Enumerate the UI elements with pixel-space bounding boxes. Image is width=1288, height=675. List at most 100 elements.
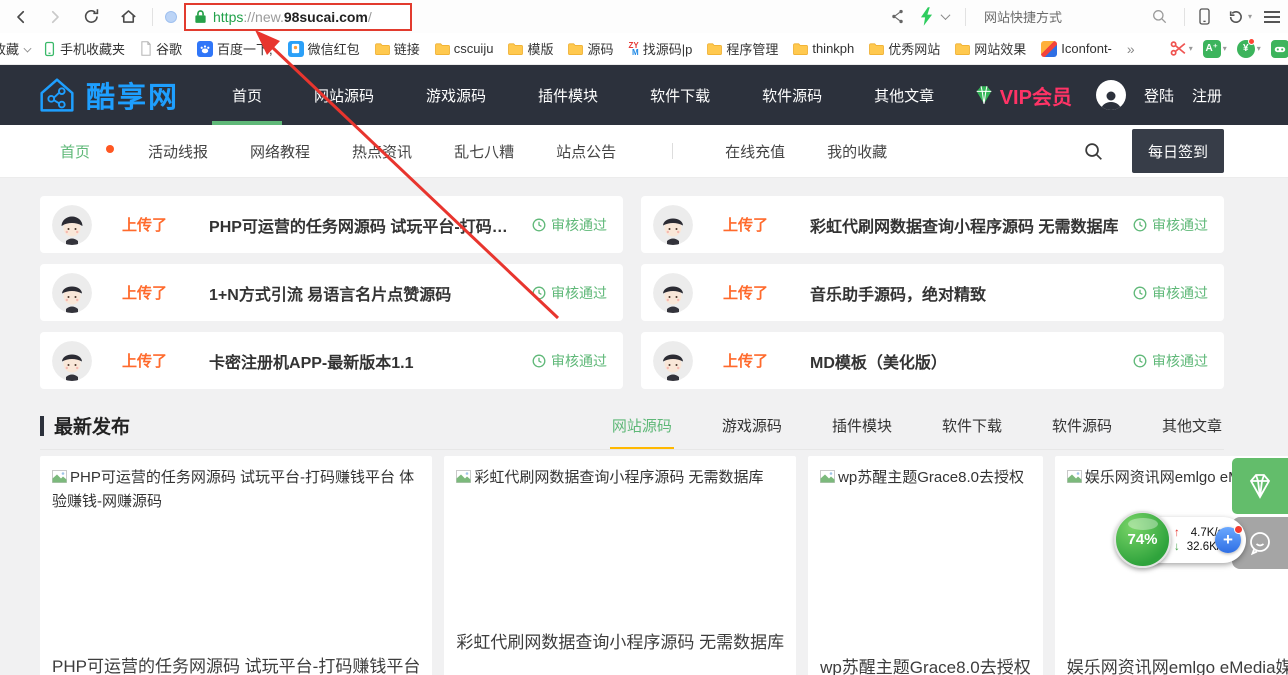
product-title[interactable]: PHP可运营的任务网源码 试玩平台-打码赚钱平台 bbox=[52, 652, 420, 675]
tab-website-source[interactable]: 网站源码 bbox=[610, 415, 674, 449]
bookmark-item[interactable]: 模版 bbox=[508, 39, 553, 58]
nav-item-website-source[interactable]: 网站源码 bbox=[288, 65, 400, 125]
product-card[interactable]: wp苏醒主题Grace8.0去授权 wp苏醒主题Grace8.0去授权 bbox=[808, 456, 1043, 675]
upload-card[interactable]: 上传了 彩虹代刷网数据查询小程序源码 无需数据库 审核通过 bbox=[641, 196, 1224, 253]
tab-plugin-module[interactable]: 插件模块 bbox=[830, 415, 894, 449]
game-extension[interactable]: ▾ bbox=[1271, 40, 1288, 58]
bookmark-item[interactable]: cscuiju bbox=[435, 41, 494, 56]
folder-icon bbox=[508, 43, 523, 55]
upload-card[interactable]: 上传了 1+N方式引流 易语言名片点赞源码 审核通过 bbox=[40, 264, 623, 321]
site-header: 酷享网 首页 网站源码 游戏源码 插件模块 软件下载 软件源码 其他文章 VIP… bbox=[0, 65, 1288, 125]
nav-item-software-source[interactable]: 软件源码 bbox=[736, 65, 848, 125]
mobile-view-icon[interactable] bbox=[1197, 7, 1212, 26]
upload-card[interactable]: 上传了 卡密注册机APP-最新版本1.1 审核通过 bbox=[40, 332, 623, 389]
upload-title[interactable]: 音乐助手源码，绝对精致 bbox=[810, 281, 986, 305]
clock-icon bbox=[1133, 218, 1147, 232]
upload-title[interactable]: 1+N方式引流 易语言名片点赞源码 bbox=[209, 281, 451, 305]
product-title[interactable]: 彩虹代刷网数据查询小程序源码 无需数据库 bbox=[456, 628, 784, 653]
bookmark-item[interactable]: 程序管理 bbox=[707, 39, 778, 58]
bookmark-item[interactable]: 百度一下, bbox=[197, 39, 273, 58]
avatar[interactable] bbox=[1096, 80, 1126, 110]
subnav-item-activity[interactable]: 活动线报 bbox=[148, 141, 208, 162]
product-title[interactable]: wp苏醒主题Grace8.0去授权 bbox=[820, 653, 1031, 675]
tab-other-articles[interactable]: 其他文章 bbox=[1160, 415, 1224, 449]
shortcut-search-box[interactable]: 网站快捷方式 bbox=[976, 5, 1172, 29]
product-card[interactable]: PHP可运营的任务网源码 试玩平台-打码赚钱平台 体验赚钱-网赚源码 PHP可运… bbox=[40, 456, 432, 675]
bookmark-item[interactable]: 微信红包 bbox=[288, 39, 360, 58]
site-info-icon[interactable] bbox=[165, 11, 177, 23]
category-tabs: 网站源码 游戏源码 插件模块 软件下载 软件源码 其他文章 bbox=[564, 415, 1224, 449]
subnav-item-hot-news[interactable]: 热点资讯 bbox=[352, 141, 412, 162]
upload-title[interactable]: MD模板（美化版） bbox=[810, 349, 947, 373]
chevron-down-icon[interactable] bbox=[941, 10, 951, 20]
site-search-icon[interactable] bbox=[1083, 141, 1104, 162]
undo-dropdown-caret[interactable]: ▾ bbox=[1248, 12, 1252, 21]
vip-floating-button[interactable] bbox=[1232, 458, 1288, 514]
back-icon[interactable] bbox=[12, 8, 30, 26]
bookmarks-overflow[interactable]: » bbox=[1127, 41, 1135, 57]
tab-game-source[interactable]: 游戏源码 bbox=[720, 415, 784, 449]
bookmark-item[interactable]: 链接 bbox=[375, 39, 420, 58]
bookmark-item[interactable]: 源码 bbox=[568, 39, 613, 58]
subnav-item-home[interactable]: 首页 bbox=[60, 141, 90, 162]
bookmark-item[interactable]: 谷歌 bbox=[140, 39, 182, 58]
upload-title[interactable]: 彩虹代刷网数据查询小程序源码 无需数据库 bbox=[810, 213, 1118, 237]
tab-software-download[interactable]: 软件下载 bbox=[940, 415, 1004, 449]
bookmark-item[interactable]: 网站效果 bbox=[955, 39, 1026, 58]
add-task-button[interactable]: + bbox=[1215, 527, 1241, 553]
upload-card[interactable]: 上传了 PHP可运营的任务网源码 试玩平台-打码赚钱平台 ... 审核通过 bbox=[40, 196, 623, 253]
search-icon[interactable] bbox=[1151, 8, 1168, 25]
broken-image-icon bbox=[52, 467, 67, 490]
forward-icon[interactable] bbox=[46, 8, 64, 26]
translate-extension[interactable]: A⁺ ▾ bbox=[1203, 40, 1227, 58]
site-logo[interactable]: 酷享网 bbox=[34, 72, 198, 118]
refresh-icon[interactable] bbox=[82, 7, 101, 26]
bookmarks-menu[interactable]: 收藏 bbox=[0, 39, 31, 58]
subnav-item-favorites[interactable]: 我的收藏 bbox=[827, 141, 887, 162]
wechat-redpacket-icon bbox=[288, 41, 304, 57]
dropdown-caret[interactable]: ▾ bbox=[1257, 44, 1261, 53]
subnav-item-announcements[interactable]: 站点公告 bbox=[556, 141, 616, 162]
upload-card[interactable]: 上传了 MD模板（美化版） 审核通过 bbox=[641, 332, 1224, 389]
upload-arrow-icon: ↑ bbox=[1174, 527, 1180, 539]
login-link[interactable]: 登陆 bbox=[1144, 85, 1174, 106]
register-link[interactable]: 注册 bbox=[1192, 85, 1222, 106]
speed-mode-lightning-icon[interactable] bbox=[920, 7, 933, 26]
bookmark-item[interactable]: 手机收藏夹 bbox=[43, 39, 125, 58]
bookmark-item[interactable]: 优秀网站 bbox=[869, 39, 940, 58]
nav-item-home[interactable]: 首页 bbox=[206, 65, 288, 125]
address-bar[interactable]: https://new.98sucai.com/ bbox=[184, 3, 412, 31]
dropdown-caret[interactable]: ▾ bbox=[1223, 44, 1227, 53]
hot-dot bbox=[106, 145, 114, 153]
vip-link[interactable]: VIP会员 bbox=[972, 81, 1072, 110]
product-card[interactable]: 彩虹代刷网数据查询小程序源码 无需数据库 彩虹代刷网数据查询小程序源码 无需数据… bbox=[444, 456, 796, 675]
nav-item-other-articles[interactable]: 其他文章 bbox=[848, 65, 960, 125]
progress-badge[interactable]: 74% bbox=[1114, 511, 1171, 568]
undo-recent-icon[interactable] bbox=[1226, 8, 1244, 26]
product-title[interactable]: 娱乐网资讯网emlgo eMedia媒体范源码 bbox=[1067, 653, 1288, 675]
upload-card[interactable]: 上传了 音乐助手源码，绝对精致 审核通过 bbox=[641, 264, 1224, 321]
upload-title[interactable]: 卡密注册机APP-最新版本1.1 bbox=[209, 349, 413, 373]
bookmark-item[interactable]: Iconfont- bbox=[1041, 41, 1112, 57]
subnav-item-misc[interactable]: 乱七八糟 bbox=[454, 141, 514, 162]
nav-item-game-source[interactable]: 游戏源码 bbox=[400, 65, 512, 125]
bookmark-item[interactable]: thinkph bbox=[793, 41, 854, 56]
header-right: VIP会员 登陆 注册 bbox=[972, 80, 1288, 110]
nav-item-software-download[interactable]: 软件下载 bbox=[624, 65, 736, 125]
bookmarks-menu-label: 收藏 bbox=[0, 39, 19, 58]
tab-software-source[interactable]: 软件源码 bbox=[1050, 415, 1114, 449]
subnav-item-tutorials[interactable]: 网络教程 bbox=[250, 141, 310, 162]
broken-image-icon bbox=[820, 467, 835, 490]
clip-extension[interactable]: ▾ bbox=[1170, 40, 1193, 57]
subnav-item-recharge[interactable]: 在线充值 bbox=[725, 141, 785, 162]
share-icon[interactable] bbox=[889, 8, 906, 25]
menu-icon[interactable] bbox=[1264, 11, 1280, 23]
daily-checkin-button[interactable]: 每日签到 bbox=[1132, 129, 1224, 173]
dropdown-caret[interactable]: ▾ bbox=[1189, 44, 1193, 53]
folder-icon bbox=[793, 43, 808, 55]
nav-item-plugin-module[interactable]: 插件模块 bbox=[512, 65, 624, 125]
upload-title[interactable]: PHP可运营的任务网源码 试玩平台-打码赚钱平台 ... bbox=[209, 213, 520, 237]
bookmark-item[interactable]: ZYM 找源码|p bbox=[628, 39, 692, 58]
home-icon[interactable] bbox=[119, 7, 138, 26]
wallet-extension[interactable]: ¥ ▾ bbox=[1237, 40, 1261, 58]
